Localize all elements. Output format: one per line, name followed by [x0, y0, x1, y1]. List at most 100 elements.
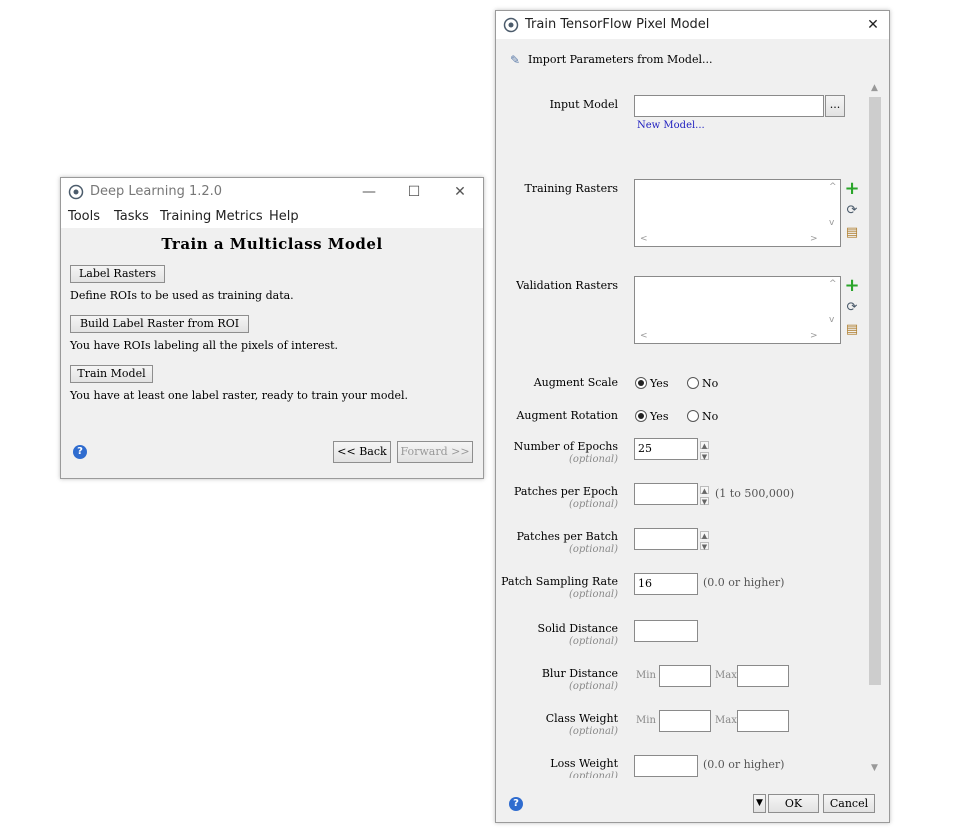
augment-scale-yes-radio[interactable] [635, 377, 647, 389]
menu-tasks[interactable]: Tasks [114, 209, 149, 224]
patches-batch-label: Patches per Batch [516, 530, 618, 543]
training-rasters-list[interactable]: ^ v < > [634, 179, 841, 247]
title-bar: Deep Learning 1.2.0 — ☐ ✕ [61, 178, 483, 206]
patches-epoch-down-icon[interactable]: ▼ [700, 497, 709, 506]
train-model-button[interactable]: Train Model [70, 365, 153, 383]
patches-batch-input[interactable] [634, 528, 698, 550]
validation-rasters-label: Validation Rasters [516, 279, 618, 292]
dropdown-arrow-button[interactable]: ▼ [753, 794, 766, 813]
class-weight-optional: (optional) [568, 726, 618, 737]
forward-button[interactable]: Forward >> [397, 441, 473, 463]
app-icon [503, 17, 519, 33]
menu-help[interactable]: Help [269, 209, 299, 224]
patches-batch-down-icon[interactable]: ▼ [700, 542, 709, 551]
menu-bar: Tools Tasks Training Metrics Help [61, 206, 483, 228]
loss-weight-hint: (0.0 or higher) [703, 758, 785, 771]
clipboard-training-icon[interactable]: ▤ [844, 225, 860, 241]
loss-weight-optional: (optional) [568, 771, 618, 778]
patches-epoch-input[interactable] [634, 483, 698, 505]
augment-rotation-yes-radio[interactable] [635, 410, 647, 422]
class-max-input[interactable] [737, 710, 789, 732]
list-hscroll[interactable]: < > [635, 329, 826, 343]
browse-model-button[interactable]: ... [825, 95, 845, 117]
blur-max-input[interactable] [737, 665, 789, 687]
scroll-up-icon[interactable]: ▲ [871, 83, 878, 93]
blur-distance-label: Blur Distance [541, 667, 618, 680]
validation-rasters-list[interactable]: ^ v < > [634, 276, 841, 344]
patches-epoch-hint: (1 to 500,000) [715, 487, 795, 500]
train-model-window: Train TensorFlow Pixel Model ✕ ✎ Import … [495, 10, 890, 823]
app-icon [68, 184, 84, 200]
list-hscroll[interactable]: < > [635, 232, 826, 246]
add-validation-raster-icon[interactable]: + [844, 277, 860, 295]
augment-rotation-no-radio[interactable] [687, 410, 699, 422]
train-model-description: You have at least one label raster, read… [70, 389, 409, 402]
class-weight-label: Class Weight [545, 712, 618, 725]
clip-region: Loss Weight (optional) (0.0 or higher) [496, 746, 868, 778]
input-model-label: Input Model [549, 98, 618, 111]
blur-max-label: Max [715, 670, 737, 681]
class-min-label: Min [636, 715, 656, 726]
menu-training-metrics[interactable]: Training Metrics [160, 209, 263, 224]
augment-rotation-no-label: No [702, 410, 719, 423]
build-label-raster-description: You have ROIs labeling all the pixels of… [70, 339, 339, 352]
blur-min-label: Min [636, 670, 656, 681]
input-model-field[interactable] [634, 95, 824, 117]
maximize-icon[interactable]: ☐ [404, 182, 424, 202]
blur-distance-optional: (optional) [568, 681, 618, 692]
sampling-rate-label: Patch Sampling Rate [501, 575, 618, 588]
epochs-input[interactable]: 25 [634, 438, 698, 460]
augment-rotation-yes-label: Yes [650, 410, 669, 423]
sampling-rate-hint: (0.0 or higher) [703, 576, 785, 589]
loss-weight-input[interactable] [634, 755, 698, 777]
new-model-link[interactable]: New Model... [637, 120, 705, 131]
import-label: Import Parameters from Model... [528, 53, 713, 66]
refresh-validation-icon[interactable]: ⟳ [844, 300, 860, 316]
epochs-up-icon[interactable]: ▲ [700, 441, 709, 450]
close-icon[interactable]: ✕ [863, 15, 883, 35]
back-button[interactable]: << Back [333, 441, 391, 463]
help-icon[interactable]: ? [73, 445, 87, 459]
augment-scale-yes-label: Yes [650, 377, 669, 390]
import-icon: ✎ [510, 53, 521, 67]
augment-scale-no-radio[interactable] [687, 377, 699, 389]
epochs-optional: (optional) [568, 454, 618, 465]
solid-distance-label: Solid Distance [537, 622, 618, 635]
training-rasters-label: Training Rasters [524, 182, 618, 195]
list-vscroll[interactable]: ^ v [826, 277, 840, 329]
cancel-button[interactable]: Cancel [823, 794, 875, 813]
minimize-icon[interactable]: — [359, 182, 379, 202]
class-min-input[interactable] [659, 710, 711, 732]
solid-distance-optional: (optional) [568, 636, 618, 647]
build-label-raster-button[interactable]: Build Label Raster from ROI [70, 315, 249, 333]
ok-button[interactable]: OK [768, 794, 819, 813]
help-icon[interactable]: ? [509, 797, 523, 811]
list-vscroll[interactable]: ^ v [826, 180, 840, 232]
class-max-label: Max [715, 715, 737, 726]
scroll-thumb[interactable] [869, 97, 881, 685]
deep-learning-window: Deep Learning 1.2.0 — ☐ ✕ Tools Tasks Tr… [60, 177, 484, 479]
augment-rotation-label: Augment Rotation [516, 409, 618, 422]
window-title: Deep Learning 1.2.0 [90, 184, 223, 199]
title-bar: Train TensorFlow Pixel Model ✕ [496, 11, 889, 39]
label-rasters-button[interactable]: Label Rasters [70, 265, 165, 283]
window-title: Train TensorFlow Pixel Model [525, 17, 710, 32]
patches-epoch-up-icon[interactable]: ▲ [700, 486, 709, 495]
epochs-label: Number of Epochs [513, 440, 618, 453]
clipboard-validation-icon[interactable]: ▤ [844, 322, 860, 338]
solid-distance-input[interactable] [634, 620, 698, 642]
refresh-training-icon[interactable]: ⟳ [844, 203, 860, 219]
label-rasters-description: Define ROIs to be used as training data. [70, 289, 294, 302]
patches-batch-optional: (optional) [568, 544, 618, 555]
close-icon[interactable]: ✕ [450, 182, 470, 202]
augment-scale-no-label: No [702, 377, 719, 390]
scroll-down-icon[interactable]: ▼ [871, 763, 878, 773]
epochs-down-icon[interactable]: ▼ [700, 452, 709, 461]
menu-tools[interactable]: Tools [68, 209, 100, 224]
patches-batch-up-icon[interactable]: ▲ [700, 531, 709, 540]
form-scrollbar[interactable]: ▲ ▼ [868, 83, 882, 775]
loss-weight-label: Loss Weight [550, 757, 618, 770]
blur-min-input[interactable] [659, 665, 711, 687]
add-training-raster-icon[interactable]: + [844, 180, 860, 198]
sampling-rate-input[interactable]: 16 [634, 573, 698, 595]
